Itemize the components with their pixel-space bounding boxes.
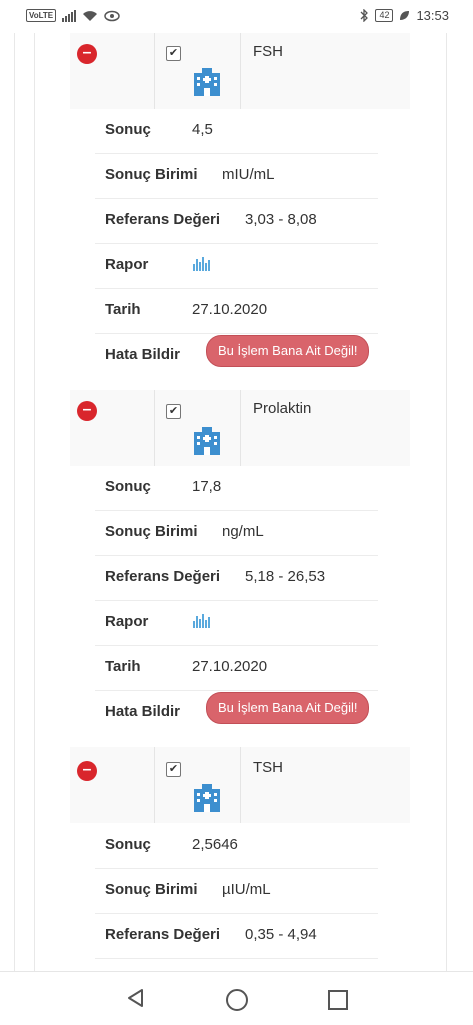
bar-chart-icon[interactable] [193,614,210,628]
divider [240,390,241,466]
reference-value: 0,35 - 4,94 [245,926,317,943]
divider [240,747,241,823]
divider [14,33,15,971]
clock: 13:53 [416,8,449,23]
hospital-icon [194,68,220,96]
home-circle-icon[interactable] [226,989,248,1011]
result-row: Sonuç 4,5 [95,108,378,154]
reference-label: Referans Değeri [105,568,221,585]
hospital-icon [194,427,220,455]
select-checkbox[interactable]: ✔ [166,46,181,61]
wifi-icon [83,10,98,21]
result-value: 4,5 [192,121,213,138]
date-row: Tarih 27.10.2020 [95,645,378,691]
date-value: 27.10.2020 [192,658,268,675]
result-value: 17,8 [192,478,222,495]
select-checkbox[interactable]: ✔ [166,762,181,777]
signal-icon [62,9,77,22]
divider [34,33,35,971]
date-value: 27.10.2020 [192,301,268,318]
unit-label: Sonuç Birimi [105,881,198,898]
remove-button[interactable]: – [77,44,97,64]
report-row: Rapor [95,243,378,289]
reference-label: Referans Değeri [105,926,221,943]
eye-icon [104,10,120,21]
report-error-label: Hata Bildir [105,703,181,720]
reference-row: Referans Değeri 5,18 - 26,53 [95,555,378,601]
result-row: Sonuç 17,8 [95,465,378,511]
report-label: Rapor [105,613,149,630]
result-label: Sonuç [105,478,151,495]
reference-row: Referans Değeri 3,03 - 8,08 [95,198,378,244]
reference-label: Referans Değeri [105,211,221,228]
remove-button[interactable]: – [77,761,97,781]
unit-label: Sonuç Birimi [105,523,198,540]
report-error-row: Hata Bildir Bu İşlem Bana Ait Değil! [95,690,378,735]
report-row: Rapor [95,600,378,646]
battery-icon: 42 [375,9,394,22]
reference-value: 3,03 - 8,08 [245,211,317,228]
unit-row: Sonuç Birimi ng/mL [95,510,378,556]
test-name: Prolaktin [253,400,312,417]
divider [446,33,447,971]
result-value: 2,5646 [192,836,238,853]
report-label: Rapor [105,256,149,273]
divider [154,33,155,109]
date-label: Tarih [105,658,141,675]
report-error-label: Hata Bildir [105,346,181,363]
date-row: Tarih 27.10.2020 [95,288,378,334]
unit-value: µIU/mL [222,881,271,898]
result-row: Sonuç 2,5646 [95,823,378,869]
test-name: FSH [253,43,283,60]
back-triangle-icon[interactable] [126,988,146,1008]
report-error-row: Hata Bildir Bu İşlem Bana Ait Değil! [95,333,378,378]
unit-row: Sonuç Birimi mIU/mL [95,153,378,199]
reference-row: Referans Değeri 0,35 - 4,94 [95,913,378,959]
navigation-bar [0,971,473,1025]
recent-square-icon[interactable] [328,990,348,1010]
unit-row: Sonuç Birimi µIU/mL [95,868,378,914]
reference-value: 5,18 - 26,53 [245,568,326,585]
select-checkbox[interactable]: ✔ [166,404,181,419]
divider [240,33,241,109]
bluetooth-icon [360,9,369,22]
status-bar: VoLTE 42 13:53 [0,0,473,33]
status-right: 42 13:53 [359,8,449,23]
test-results-list[interactable]: – ✔ FSH Sonuç 4,5 Sonuç Birimi mIU/mL Re… [0,33,473,971]
leaf-icon [400,11,410,20]
test-name: TSH [253,759,283,776]
divider [154,747,155,823]
unit-label: Sonuç Birimi [105,166,198,183]
divider [154,390,155,466]
date-label: Tarih [105,301,141,318]
hospital-icon [194,784,220,812]
status-left: VoLTE [26,9,120,22]
unit-value: ng/mL [222,523,264,540]
not-mine-button[interactable]: Bu İşlem Bana Ait Değil! [206,692,370,724]
bar-chart-icon[interactable] [193,257,210,271]
result-label: Sonuç [105,121,151,138]
unit-value: mIU/mL [222,166,275,183]
volte-badge: VoLTE [26,9,57,22]
result-label: Sonuç [105,836,151,853]
not-mine-button[interactable]: Bu İşlem Bana Ait Değil! [206,335,370,367]
remove-button[interactable]: – [77,401,97,421]
